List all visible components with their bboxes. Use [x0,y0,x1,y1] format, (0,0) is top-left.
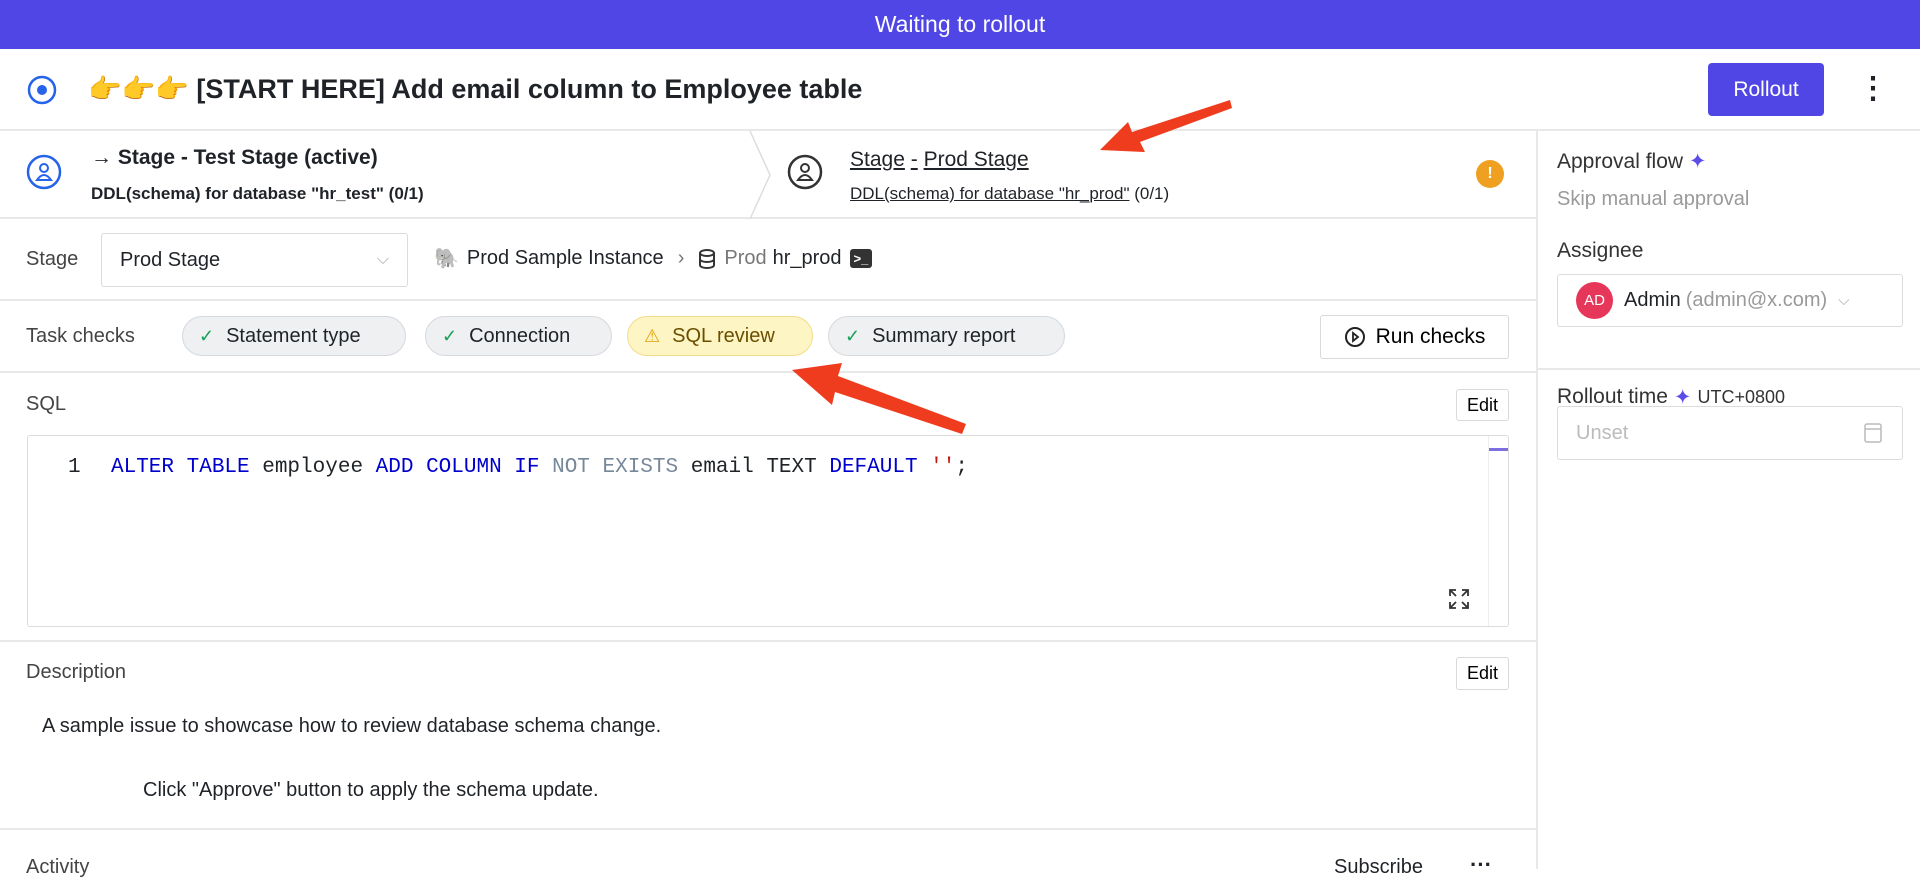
description-line: Click "Approve" button to apply the sche… [143,779,599,801]
stage-row: Stage Prod Stage ⌵ 🐘 Prod Sample Instance… [0,219,1536,301]
stage-divider [749,131,771,219]
issue-title: 👉👉👉 [START HERE] Add email column to Emp… [88,74,863,104]
assignee-label: Assignee [1557,239,1644,262]
warning-icon: ⚠ [644,325,661,346]
check-icon: ✓ [199,325,215,346]
status-banner: Waiting to rollout [0,0,1920,49]
stage-title: → Stage - Test Stage (active) [91,146,378,169]
run-checks-label: Run checks [1375,325,1486,348]
instance-link[interactable]: Prod Sample Instance [467,247,664,270]
check-statement-type[interactable]: ✓ Statement type [182,316,406,356]
task-checks-label: Task checks [26,325,135,347]
chevron-down-icon: ⌵ [376,251,389,268]
assignee-select[interactable]: AD Admin (admin@x.com) ⌵ [1557,274,1903,327]
divider [1538,368,1920,370]
sql-token: ; [955,456,968,479]
rollout-time-placeholder: Unset [1576,421,1629,444]
sql-token: '' [917,456,956,479]
description-label: Description [26,661,127,683]
terminal-icon[interactable]: >_ [849,249,873,268]
rollout-time-input[interactable]: Unset [1557,406,1903,460]
timezone: UTC+0800 [1697,386,1786,407]
stage-task: DDL(schema) for database "hr_test" (0/1) [91,184,424,204]
description-edit-button[interactable]: Edit [1456,657,1509,690]
subscribe-button[interactable]: Subscribe [1334,856,1423,879]
stage-name: Prod Stage [923,148,1029,171]
sql-token: NOT EXISTS [539,456,679,479]
database-icon [699,248,716,269]
scroll-indicator[interactable] [1488,448,1508,451]
more-icon[interactable]: ··· [1470,852,1492,878]
avatar: AD [1576,282,1613,319]
stage-prod[interactable]: Stage - Prod Stage DDL(schema) for datab… [780,131,1536,217]
stage-title[interactable]: Stage - Prod Stage [850,148,1029,172]
stage-sep: - [910,148,918,171]
sql-token: employee [249,456,376,479]
sparkle-icon: ✦ [1688,150,1707,173]
rollout-button[interactable]: Rollout [1708,63,1824,116]
check-icon: ✓ [845,325,861,346]
play-circle-icon [1344,327,1365,347]
check-icon: ✓ [442,325,458,346]
warning-status-icon: ! [1476,160,1504,188]
calendar-icon [1864,423,1882,443]
check-summary-report[interactable]: ✓ Summary report [828,316,1065,356]
stage-task[interactable]: DDL(schema) for database "hr_prod" (0/1) [850,184,1169,204]
kebab-icon[interactable]: ⋮ [1858,67,1888,111]
run-checks-button[interactable]: Run checks [1320,315,1509,359]
approval-flow-label: Approval flow ✦ [1557,149,1707,174]
stage-select[interactable]: Prod Stage ⌵ [101,233,408,287]
stage-test[interactable]: → Stage - Test Stage (active) DDL(schema… [0,131,760,217]
sql-code: ALTER TABLE employee ADD COLUMN IF NOT E… [111,456,968,479]
sql-token: email TEXT [678,456,830,479]
sql-token: DEFAULT [829,456,918,479]
user-circle-icon [787,154,823,190]
check-label: Summary report [872,324,1016,347]
activity-label: Activity [26,856,90,878]
breadcrumb: 🐘 Prod Sample Instance › Prod hr_prod >_ [434,246,873,271]
check-label: SQL review [672,324,775,347]
line-number: 1 [68,456,81,479]
user-circle-icon [26,154,62,190]
sql-token: ADD COLUMN IF [375,456,540,479]
approval-flow-text: Approval flow [1557,150,1684,173]
check-connection[interactable]: ✓ Connection [425,316,612,356]
sidebar: Approval flow ✦ Skip manual approval Ass… [1536,131,1920,869]
issue-status-icon [27,75,57,105]
expand-icon[interactable] [1448,588,1470,610]
chevron-right-icon: › [677,247,685,269]
banner-text: Waiting to rollout [874,11,1046,37]
stage-label: Stage [26,248,79,270]
chevron-down-icon: ⌵ [1838,292,1850,309]
scrollbar-track[interactable] [1488,436,1489,626]
task-count: (0/1) [388,184,424,203]
check-label: Statement type [226,324,361,347]
stage-prefix: Stage [850,148,905,171]
sql-editor[interactable]: 1 ALTER TABLE employee ADD COLUMN IF NOT… [27,435,1509,627]
sql-label: SQL [26,393,67,415]
task-name: DDL(schema) for database "hr_prod" [850,184,1130,203]
task-count: (0/1) [1134,184,1170,203]
check-label: Connection [469,324,571,347]
issue-header: 👉👉👉 [START HERE] Add email column to Emp… [0,49,1920,131]
task-name: DDL(schema) for database "hr_test" [91,184,384,203]
divider [0,828,1536,830]
env-label: Prod [724,247,767,269]
description-line: A sample issue to showcase how to review… [42,715,662,737]
assignee-email: (admin@x.com) [1685,289,1828,311]
assignee-name: Admin [1624,289,1681,311]
stage-bar: → Stage - Test Stage (active) DDL(schema… [0,131,1536,219]
approval-flow-value: Skip manual approval [1557,188,1750,210]
stage-select-value: Prod Stage [120,248,221,271]
database-link[interactable]: hr_prod [773,247,842,270]
annotation-arrow [792,363,966,434]
check-sql-review[interactable]: ⚠ SQL review [627,316,813,356]
sql-token: ALTER TABLE [111,456,250,479]
postgres-icon: 🐘 [434,248,459,270]
divider [0,640,1536,642]
sql-edit-button[interactable]: Edit [1456,389,1509,421]
